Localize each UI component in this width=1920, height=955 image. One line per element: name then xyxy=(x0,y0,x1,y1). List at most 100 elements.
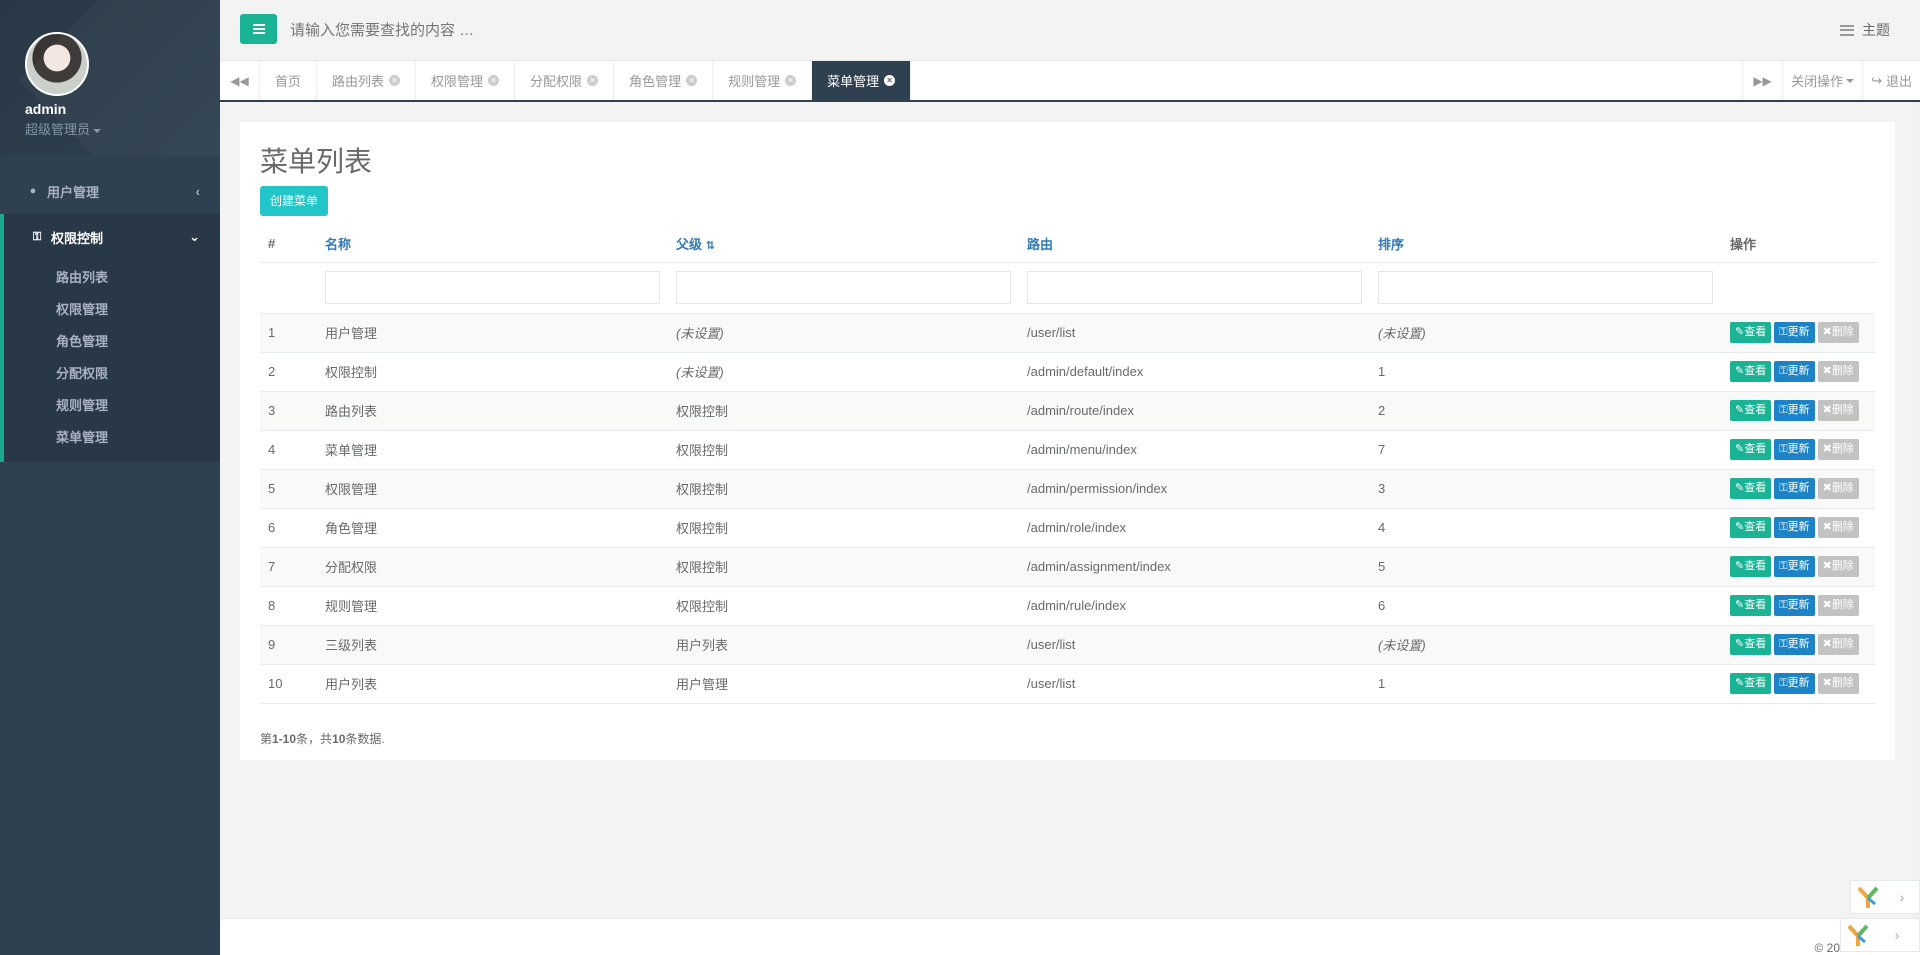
view-button[interactable]: ✎查看 xyxy=(1730,400,1772,421)
sidebar-item-rule-mgmt[interactable]: 规则管理 xyxy=(4,388,220,420)
view-button[interactable]: ✎查看 xyxy=(1730,556,1772,577)
update-button[interactable]: ⚿更新 xyxy=(1774,517,1815,538)
cell-ops: ✎查看 ⚿更新 ✖删除 xyxy=(1722,586,1875,626)
tab-scroll-left-button[interactable]: ◀◀ xyxy=(220,61,260,100)
cell-order: 2 xyxy=(1370,391,1722,431)
col-header-name[interactable]: 名称 xyxy=(317,226,668,263)
tab-role-mgmt[interactable]: 角色管理 ✕ xyxy=(614,61,714,100)
cell-num: 2 xyxy=(260,352,317,392)
delete-button[interactable]: ✖删除 xyxy=(1817,595,1859,616)
button-label: 更新 xyxy=(1787,443,1810,455)
update-button[interactable]: ⚿更新 xyxy=(1774,634,1815,655)
cell-num: 7 xyxy=(260,547,317,587)
view-button[interactable]: ✎查看 xyxy=(1730,517,1772,538)
col-header-route[interactable]: 路由 xyxy=(1019,226,1370,263)
tab-rule-mgmt[interactable]: 规则管理 ✕ xyxy=(713,61,813,100)
search-input[interactable] xyxy=(290,16,790,44)
view-button[interactable]: ✎查看 xyxy=(1730,478,1772,499)
debug-toolbar-top[interactable]: › xyxy=(1850,880,1920,914)
close-icon[interactable]: ✕ xyxy=(785,75,797,86)
update-button[interactable]: ⚿更新 xyxy=(1774,322,1815,343)
sidebar-item-route-list[interactable]: 路由列表 xyxy=(4,260,220,292)
sidebar-item-role-mgmt[interactable]: 角色管理 xyxy=(4,324,220,356)
filter-parent-input[interactable] xyxy=(676,271,1011,304)
filter-route-input[interactable] xyxy=(1027,271,1362,304)
filter-order-input[interactable] xyxy=(1378,271,1713,304)
tab-menu-mgmt[interactable]: 菜单管理 ✕ xyxy=(812,61,912,100)
view-button[interactable]: ✎查看 xyxy=(1730,322,1772,343)
delete-button[interactable]: ✖删除 xyxy=(1817,556,1859,577)
create-menu-button[interactable]: 创建菜单 xyxy=(260,186,329,216)
delete-button[interactable]: ✖删除 xyxy=(1817,361,1859,382)
delete-button[interactable]: ✖删除 xyxy=(1817,400,1859,421)
sidebar-item-user-mgmt[interactable]: ● 用户管理 ‹ xyxy=(0,168,220,214)
button-label: 删除 xyxy=(1831,404,1854,416)
profile-block: admin 超级管理员 xyxy=(0,0,220,156)
delete-button[interactable]: ✖删除 xyxy=(1817,478,1859,499)
menu-toggle-button[interactable] xyxy=(240,14,277,44)
tab-bar: ◀◀ 首页 路由列表 ✕ 权限管理 ✕ 分配权限 ✕ 角色管理 ✕ 规则管理 ✕ 菜单管理… xyxy=(220,61,1920,102)
theme-button[interactable]: 主题 xyxy=(1840,20,1890,40)
filter-name-input[interactable] xyxy=(325,271,660,304)
update-button[interactable]: ⚿更新 xyxy=(1774,595,1815,616)
button-label: 查看 xyxy=(1744,560,1767,572)
cell-ops: ✎查看 ⚿更新 ✖删除 xyxy=(1722,547,1875,587)
delete-button[interactable]: ✖删除 xyxy=(1817,517,1859,538)
view-button[interactable]: ✎查看 xyxy=(1730,439,1772,460)
sidebar-item-perm-mgmt[interactable]: 权限管理 xyxy=(4,292,220,324)
view-button[interactable]: ✎查看 xyxy=(1730,634,1772,655)
update-button[interactable]: ⚿更新 xyxy=(1774,673,1815,694)
tab-label: 权限管理 xyxy=(431,74,484,89)
delete-button[interactable]: ✖删除 xyxy=(1817,673,1859,694)
cell-order: 1 xyxy=(1370,664,1722,704)
cell-num: 4 xyxy=(260,430,317,470)
update-button[interactable]: ⚿更新 xyxy=(1774,400,1815,421)
filter-row xyxy=(260,262,1875,314)
logout-button[interactable]: ↪ 退出 xyxy=(1862,61,1920,100)
table-row: 8 规则管理 权限控制/admin/rule/index 6 ✎查看 ⚿更新 ✖删除 xyxy=(260,586,1875,626)
update-button[interactable]: ⚿更新 xyxy=(1774,439,1815,460)
tab-scroll-right-button[interactable]: ▶▶ xyxy=(1742,61,1782,100)
debug-toolbar-bottom[interactable]: › xyxy=(1840,918,1920,952)
update-button[interactable]: ⚿更新 xyxy=(1774,478,1815,499)
close-icon[interactable]: ✕ xyxy=(389,75,401,86)
update-button[interactable]: ⚿更新 xyxy=(1774,556,1815,577)
update-button[interactable]: ⚿更新 xyxy=(1774,361,1815,382)
summary-range: 1-10 xyxy=(272,731,297,746)
close-ops-dropdown[interactable]: 关闭操作 xyxy=(1782,61,1862,100)
view-button[interactable]: ✎查看 xyxy=(1730,361,1772,382)
lock-icon: ⚿ xyxy=(1779,404,1788,416)
cell-order: 1 xyxy=(1370,352,1722,392)
tab-assign[interactable]: 分配权限 ✕ xyxy=(515,61,615,100)
button-label: 更新 xyxy=(1787,404,1810,416)
profile-role-dropdown[interactable]: 超级管理员 xyxy=(25,119,195,138)
view-button[interactable]: ✎查看 xyxy=(1730,673,1772,694)
sort-icon: ⇅ xyxy=(705,240,715,253)
button-label: 删除 xyxy=(1831,560,1854,572)
close-icon[interactable]: ✕ xyxy=(488,75,500,86)
tab-route-list[interactable]: 路由列表 ✕ xyxy=(317,61,417,100)
col-header-order[interactable]: 排序 xyxy=(1370,226,1722,263)
avatar[interactable] xyxy=(25,32,89,96)
profile-role: 超级管理员 xyxy=(25,122,91,137)
close-icon[interactable]: ✕ xyxy=(686,75,698,86)
edit-icon: ✎ xyxy=(1735,599,1745,611)
delete-button[interactable]: ✖删除 xyxy=(1817,322,1859,343)
sidebar-item-menu-mgmt[interactable]: 菜单管理 xyxy=(4,420,220,452)
sidebar-item-perm-ctrl[interactable]: ⚿ 权限控制 ⌄ xyxy=(4,214,220,260)
col-header-parent[interactable]: 父级 ⇅ xyxy=(668,226,1019,263)
tab-label: 菜单管理 xyxy=(827,74,880,89)
tab-home[interactable]: 首页 xyxy=(260,61,318,100)
menu-table: # 名称 父级 ⇅ 路由 排序 操作 1 用户管理 (未设置) /user/li… xyxy=(260,226,1875,704)
sidebar-item-assign[interactable]: 分配权限 xyxy=(4,356,220,388)
delete-button[interactable]: ✖删除 xyxy=(1817,634,1859,655)
tab-perm-mgmt[interactable]: 权限管理 ✕ xyxy=(416,61,516,100)
lock-icon: ⚿ xyxy=(1779,677,1788,689)
tab-list: 首页 路由列表 ✕ 权限管理 ✕ 分配权限 ✕ 角色管理 ✕ 规则管理 ✕ 菜单管理 ✕ xyxy=(260,61,912,100)
close-icon[interactable]: ✕ xyxy=(884,75,896,86)
page-scrollbar[interactable] xyxy=(1912,102,1920,918)
theme-label: 主题 xyxy=(1862,22,1890,38)
delete-button[interactable]: ✖删除 xyxy=(1817,439,1859,460)
view-button[interactable]: ✎查看 xyxy=(1730,595,1772,616)
close-icon[interactable]: ✕ xyxy=(587,75,599,86)
